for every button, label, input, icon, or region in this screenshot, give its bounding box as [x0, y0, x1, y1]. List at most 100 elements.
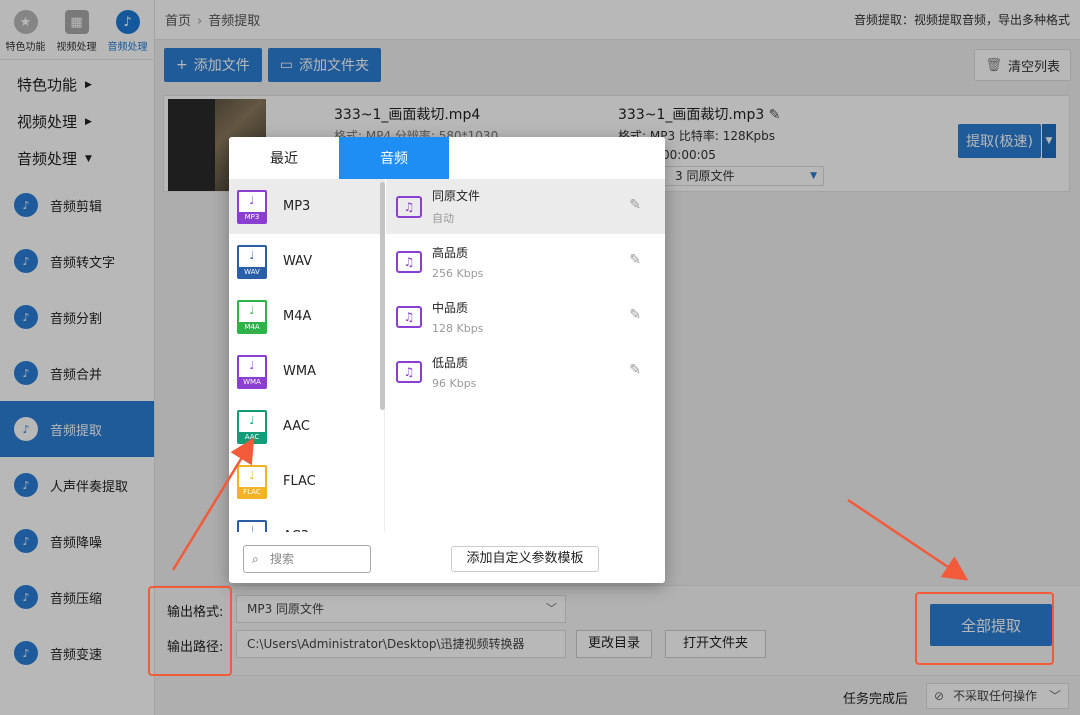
extract-options-dropdown[interactable]: ▼	[1042, 124, 1056, 158]
thumbnail-shade	[168, 99, 215, 191]
top-tab-audio[interactable]: ♪ 音频处理	[102, 0, 153, 59]
trash-icon: 🗑	[985, 57, 1002, 73]
format-item-m4a[interactable]: ♩ M4A M4A	[229, 289, 384, 344]
task-complete-value: 不采取任何操作	[953, 689, 1038, 703]
quality-list: ♫ 同原文件 自动 ✎ ♫ 高品质 256 Kbps ✎ ♫ 中品质 128 Kbps ✎ ♫ 低品质 96…	[386, 179, 665, 532]
top-tab-label: 视频处理	[56, 42, 97, 53]
sidebar-item-audio-split[interactable]: ♪ 音频分割	[0, 289, 154, 345]
music-note-icon: ♩	[249, 248, 255, 262]
add-custom-template-button[interactable]: 添加自定义参数模板	[451, 546, 599, 572]
output-format-value: MP3 同原文件	[247, 602, 325, 616]
format-item-wav[interactable]: ♩ WAV WAV	[229, 234, 384, 289]
header: 首页 › 音频提取 音频提取：视频提取音频，导出多种格式	[155, 0, 1080, 40]
format-name: AC3	[283, 529, 309, 532]
edit-icon[interactable]: ✎	[629, 252, 641, 268]
music-note-icon: ♫	[396, 360, 422, 383]
quality-item[interactable]: ♫ 低品质 96 Kbps ✎	[386, 344, 665, 399]
audio-file-icon: ♩ FLAC	[237, 464, 267, 499]
music-note-icon: ♫	[396, 250, 422, 273]
sidebar-item-label: 音频合并	[50, 367, 103, 383]
music-note-icon: ♩	[249, 413, 255, 427]
edit-icon[interactable]: ✎	[629, 197, 641, 213]
sidebar-item-vocal-extract[interactable]: ♪ 人声伴奏提取	[0, 457, 154, 513]
caret-right-icon: ▶	[85, 116, 92, 127]
audio-cut-icon: ♪	[14, 193, 38, 217]
audio-file-icon: ♩ M4A	[237, 299, 267, 334]
format-list-scrollbar[interactable]	[380, 182, 385, 410]
format-item-aac[interactable]: ♩ AAC AAC	[229, 399, 384, 454]
caret-right-icon: ▶	[85, 79, 92, 90]
category-features[interactable]: 特色功能 ▶	[0, 66, 154, 103]
sidebar-item-audio-compress[interactable]: ♪ 音频压缩	[0, 569, 154, 625]
bottom-panel: 输出格式: MP3 同原文件 ﹀ 输出路径: C:\Users\Administr…	[155, 585, 1080, 675]
category-label: 特色功能	[17, 76, 78, 94]
extract-fast-button[interactable]: 提取(极速)	[958, 124, 1041, 158]
quality-text: 同原文件 自动	[432, 187, 480, 226]
breadcrumb-home[interactable]: 首页	[165, 14, 191, 29]
output-path-field[interactable]: C:\Users\Administrator\Desktop\迅捷视频转换器	[236, 630, 566, 658]
sidebar: ★ 特色功能 ▦ 视频处理 ♪ 音频处理 特色功能 ▶ 视频处理 ▶ 音频处理 …	[0, 0, 155, 715]
edit-icon[interactable]: ✎	[629, 362, 641, 378]
sidebar-item-label: 音频转文字	[50, 255, 116, 271]
sidebar-item-audio-merge[interactable]: ♪ 音频合并	[0, 345, 154, 401]
category-audio[interactable]: 音频处理 ▼	[0, 140, 154, 177]
page-description: 音频提取：视频提取音频，导出多种格式	[853, 13, 1070, 27]
sidebar-item-label: 音频提取	[50, 423, 103, 439]
quality-text: 高品质 256 Kbps	[432, 244, 483, 280]
sidebar-item-audio-cut[interactable]: ♪ 音频剪辑	[0, 177, 154, 233]
quality-bitrate: 128 Kbps	[432, 321, 484, 335]
format-name: FLAC	[283, 474, 316, 489]
edit-icon[interactable]: ✎	[629, 307, 641, 323]
plus-icon: +	[176, 57, 188, 73]
music-note-icon: ♫	[396, 305, 422, 328]
clear-list-button[interactable]: 🗑 清空列表	[974, 49, 1071, 81]
top-tab-video[interactable]: ▦ 视频处理	[51, 0, 102, 59]
sidebar-item-audio-to-text[interactable]: ♪ 音频转文字	[0, 233, 154, 289]
output-format-label: 输出格式:	[167, 605, 224, 620]
output-quality-select[interactable]: 3 同原文件 ▼	[644, 166, 824, 186]
input-file-name: 333~1_画面裁切.mp4	[334, 107, 481, 123]
audio-file-icon: ♩	[237, 519, 267, 532]
tab-audio[interactable]: 音频	[339, 137, 449, 179]
format-name: WAV	[283, 254, 313, 269]
output-file-name[interactable]: 333~1_画面裁切.mp3 ✎	[618, 104, 780, 124]
search-placeholder: 搜索	[270, 552, 295, 566]
sidebar-item-audio-extract[interactable]: ♪ 音频提取	[0, 401, 154, 457]
extract-all-button[interactable]: 全部提取	[930, 604, 1052, 646]
open-folder-button[interactable]: 打开文件夹	[665, 630, 767, 658]
add-file-button[interactable]: + 添加文件	[164, 48, 262, 82]
add-folder-button[interactable]: ▭ 添加文件夹	[267, 48, 381, 82]
sidebar-item-label: 音频变速	[50, 647, 103, 663]
caret-down-icon: ▼	[85, 153, 92, 164]
quality-item[interactable]: ♫ 同原文件 自动 ✎	[386, 179, 665, 234]
output-format-select[interactable]: MP3 同原文件 ﹀	[236, 595, 566, 623]
format-item-flac[interactable]: ♩ FLAC FLAC	[229, 454, 384, 509]
task-complete-select[interactable]: ⊘ 不采取任何操作 ﹀	[926, 683, 1069, 709]
top-tab-features[interactable]: ★ 特色功能	[0, 0, 51, 59]
pencil-icon[interactable]: ✎	[769, 107, 781, 123]
output-quality-value: 3 同原文件	[675, 169, 735, 183]
quality-name: 中品质	[432, 300, 469, 315]
sidebar-item-audio-denoise[interactable]: ♪ 音频降噪	[0, 513, 154, 569]
format-search-input[interactable]: ⌕ 搜索	[243, 545, 371, 573]
sidebar-item-label: 音频压缩	[50, 591, 103, 607]
quality-item[interactable]: ♫ 中品质 128 Kbps ✎	[386, 289, 665, 344]
top-tab-label: 音频处理	[107, 42, 148, 53]
change-directory-button[interactable]: 更改目录	[576, 630, 653, 658]
audio-extract-icon: ♪	[14, 417, 38, 441]
quality-item[interactable]: ♫ 高品质 256 Kbps ✎	[386, 234, 665, 289]
quality-name: 同原文件	[432, 189, 481, 203]
category-video[interactable]: 视频处理 ▶	[0, 103, 154, 140]
sidebar-item-label: 人声伴奏提取	[50, 479, 129, 495]
audio-to-text-icon: ♪	[14, 249, 38, 273]
format-item-mp3[interactable]: ♩ MP3 MP3	[229, 179, 384, 234]
audio-denoise-icon: ♪	[14, 529, 38, 553]
format-item-ac3[interactable]: ♩ AC3	[229, 509, 384, 532]
sidebar-item-audio-speed[interactable]: ♪ 音频变速	[0, 625, 154, 681]
file-type-label: WAV	[238, 266, 266, 277]
format-item-wma[interactable]: ♩ WMA WMA	[229, 344, 384, 399]
tab-recent[interactable]: 最近	[229, 137, 339, 179]
music-note-icon: ♫	[396, 195, 422, 218]
format-name: WMA	[283, 364, 316, 379]
popup-tabs: 最近 音频	[229, 137, 665, 179]
